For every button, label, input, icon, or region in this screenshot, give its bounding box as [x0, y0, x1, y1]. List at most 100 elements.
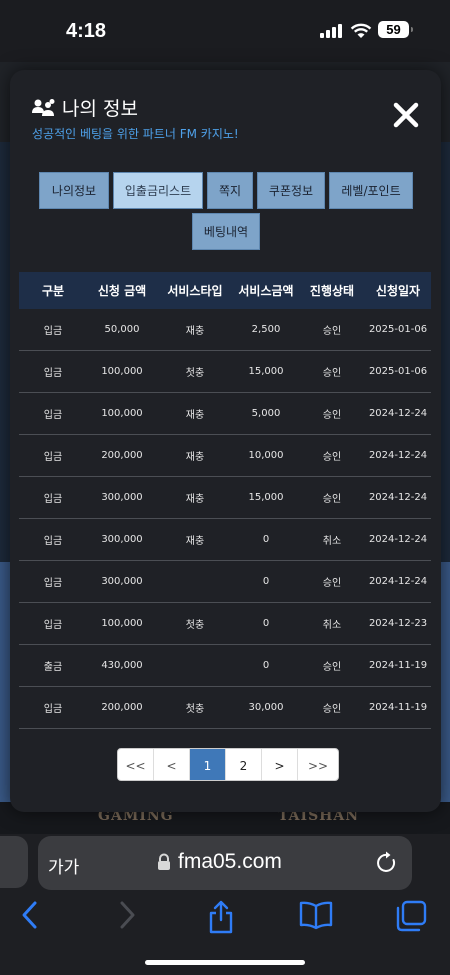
- table-cell: 입금: [43, 620, 63, 631]
- table-cell: 300,000: [101, 492, 143, 503]
- page-2-button[interactable]: 2: [226, 749, 262, 780]
- my-info-modal: 나의 정보 성공적인 베팅을 위한 파트너 FM 카지노! 나의정보 입출금리스…: [10, 70, 441, 812]
- table-row: 입금 200,000 첫충 30,000 승인 2024-11-19: [19, 687, 431, 729]
- modal-title: 나의 정보: [32, 94, 138, 121]
- table-cell: 취소: [322, 620, 342, 631]
- tabs-icon[interactable]: [395, 900, 427, 932]
- table-cell: 재충: [185, 494, 205, 505]
- status-bar: 4:18 59: [0, 0, 450, 62]
- page: 4:18 59 GAMING TAISHAN 나의 정보 성공적인 베팅을 위한…: [0, 0, 450, 975]
- table-row: 입금 50,000 재충 2,500 승인 2025-01-06: [19, 309, 431, 351]
- table-cell: 0: [262, 534, 270, 545]
- table-cell: 2025-01-06: [368, 366, 428, 377]
- table-cell: 5,000: [251, 408, 281, 419]
- table-row: 입금 100,000 첫충 0 취소 2024-12-23: [19, 603, 431, 645]
- tab-betting-history[interactable]: 베팅내역: [192, 213, 260, 250]
- page-1-button[interactable]: 1: [190, 749, 226, 780]
- table-row: 입금 200,000 재충 10,000 승인 2024-12-24: [19, 435, 431, 477]
- table-cell: 첫충: [185, 620, 205, 631]
- reload-icon[interactable]: [376, 851, 398, 875]
- table-cell: 0: [262, 618, 270, 629]
- table-cell: 200,000: [101, 450, 143, 461]
- table-cell: 30,000: [248, 702, 284, 713]
- close-icon[interactable]: [393, 102, 419, 128]
- table-cell: 2024-12-24: [368, 492, 428, 503]
- last-page-button[interactable]: >>: [298, 749, 338, 780]
- table-cell: 출금: [43, 662, 63, 673]
- table-cell: 승인: [322, 368, 342, 379]
- previous-tab-preview[interactable]: [0, 836, 28, 888]
- table-cell: 재충: [185, 326, 205, 337]
- table-cell: 200,000: [101, 702, 143, 713]
- back-icon[interactable]: [18, 900, 42, 930]
- signal-icon: [320, 24, 342, 38]
- modal-subtitle: 성공적인 베팅을 위한 파트너 FM 카지노!: [32, 127, 239, 141]
- table-cell: 300,000: [101, 576, 143, 587]
- users-icon: [32, 98, 55, 116]
- table-cell: 50,000: [104, 324, 140, 335]
- tab-level-points[interactable]: 레벨/포인트: [329, 172, 413, 209]
- table-cell: 2024-12-24: [368, 534, 428, 545]
- address-bar[interactable]: 가가 fma05.com: [38, 836, 412, 890]
- table-cell: 재충: [185, 452, 205, 463]
- table-cell: 300,000: [101, 534, 143, 545]
- column-header: 서비스금액: [238, 283, 294, 298]
- table-cell: 100,000: [101, 618, 143, 629]
- table-cell: 승인: [322, 704, 342, 715]
- table-header: 구분 신청 금액 서비스타입 서비스금액 진행상태 신청일자: [19, 272, 431, 309]
- url-text: fma05.com: [178, 850, 282, 873]
- modal-title-text: 나의 정보: [62, 98, 138, 120]
- table-cell: 입금: [43, 494, 63, 505]
- table-cell: 재충: [185, 410, 205, 421]
- table-cell: 15,000: [248, 492, 284, 503]
- table-cell: 승인: [322, 494, 342, 505]
- table-cell: 2024-12-24: [368, 450, 428, 461]
- previous-page-button[interactable]: <: [154, 749, 190, 780]
- column-header: 서비스타입: [167, 283, 223, 298]
- table-cell: 승인: [322, 662, 342, 673]
- table-cell: 입금: [43, 326, 63, 337]
- column-header: 구분: [41, 283, 65, 298]
- table-cell: 15,000: [248, 366, 284, 377]
- lock-icon: [158, 853, 170, 870]
- column-header: 진행상태: [309, 283, 355, 298]
- table-cell: 입금: [43, 410, 63, 421]
- text-size-button[interactable]: 가가: [48, 853, 79, 878]
- bookmarks-icon[interactable]: [299, 900, 333, 930]
- pagination: << < 1 2 > >>: [117, 748, 339, 781]
- table-cell: 430,000: [101, 660, 143, 671]
- tab-my-info[interactable]: 나의정보: [39, 172, 109, 209]
- table-cell: 2024-12-24: [368, 408, 428, 419]
- table-row: 입금 100,000 재충 5,000 승인 2024-12-24: [19, 393, 431, 435]
- next-page-button[interactable]: >: [262, 749, 298, 780]
- table-cell: 2024-11-19: [368, 702, 428, 713]
- battery-icon: 59: [378, 21, 413, 38]
- tab-messages[interactable]: 쪽지: [207, 172, 253, 209]
- table-row: 입금 300,000 재충 0 취소 2024-12-24: [19, 519, 431, 561]
- tab-deposit-withdraw-list[interactable]: 입출금리스트: [113, 172, 203, 209]
- share-icon[interactable]: [207, 900, 235, 934]
- column-header: 신청 금액: [97, 283, 147, 298]
- table-cell: 2024-12-23: [368, 618, 428, 629]
- column-header: 신청일자: [375, 283, 421, 298]
- table-cell: 입금: [43, 368, 63, 379]
- transaction-table: 구분 신청 금액 서비스타입 서비스금액 진행상태 신청일자 입금 50,000…: [19, 272, 431, 729]
- home-indicator[interactable]: [145, 960, 305, 965]
- tab-coupons[interactable]: 쿠폰정보: [257, 172, 325, 209]
- table-cell: 입금: [43, 704, 63, 715]
- table-cell: 10,000: [248, 450, 284, 461]
- table-cell: 2025-01-06: [368, 324, 428, 335]
- table-cell: 승인: [322, 452, 342, 463]
- table-cell: 재충: [185, 536, 205, 547]
- table-row: 입금 300,000 재충 15,000 승인 2024-12-24: [19, 477, 431, 519]
- table-cell: 0: [262, 576, 270, 587]
- table-cell: 2024-11-19: [368, 660, 428, 671]
- modal-tabs: 나의정보 입출금리스트 쪽지 쿠폰정보 레벨/포인트 베팅내역: [30, 172, 422, 250]
- status-time: 4:18: [66, 20, 107, 42]
- table-cell: 첫충: [185, 704, 205, 715]
- table-cell: 2,500: [251, 324, 281, 335]
- forward-icon[interactable]: [115, 900, 139, 930]
- first-page-button[interactable]: <<: [118, 749, 154, 780]
- wifi-icon: [350, 23, 372, 38]
- table-cell: 승인: [322, 410, 342, 421]
